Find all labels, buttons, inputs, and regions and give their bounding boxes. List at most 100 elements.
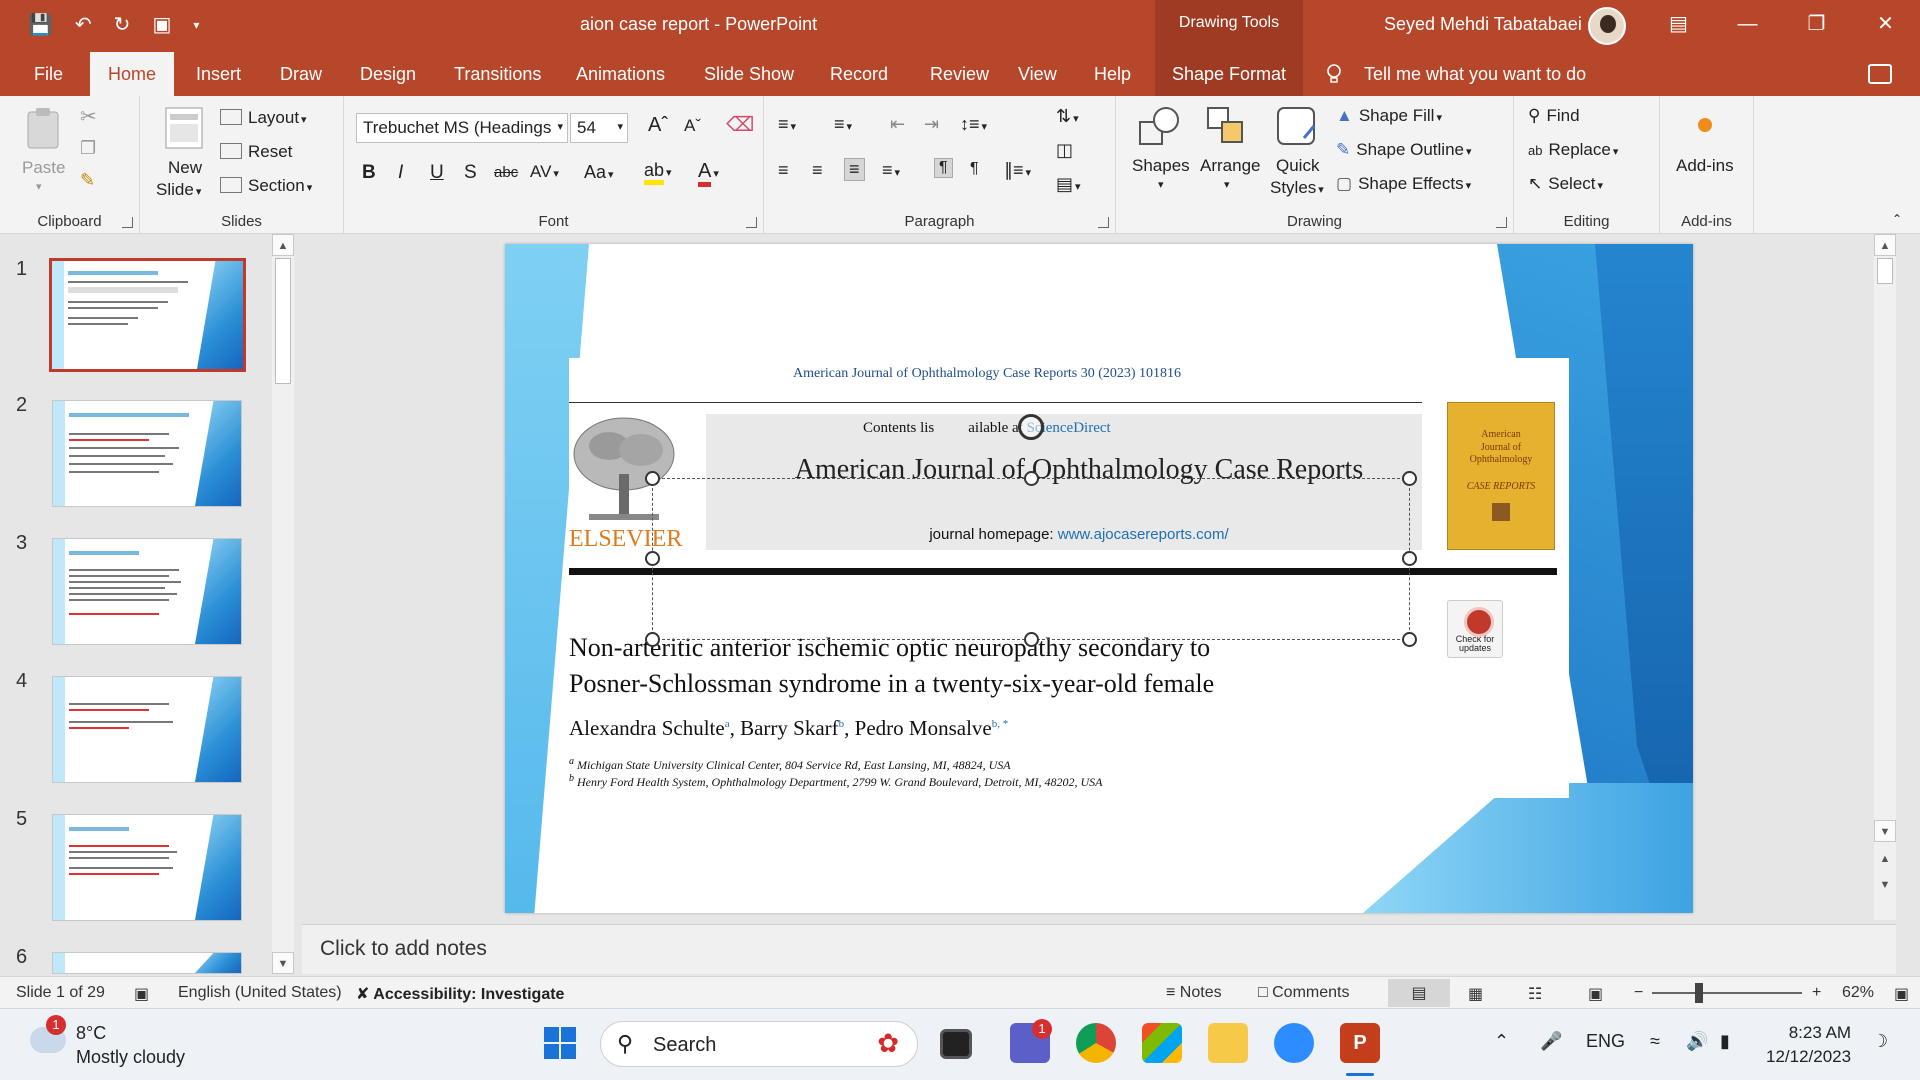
present-icon[interactable]: ▣: [152, 12, 171, 37]
chevron-down-icon[interactable]: ▾: [1158, 178, 1164, 191]
italic-icon[interactable]: I: [398, 162, 403, 184]
scroll-up-icon[interactable]: ▲: [272, 234, 294, 256]
bullets-icon[interactable]: ≡ ▾: [778, 114, 796, 135]
reading-view-button[interactable]: ☷: [1528, 984, 1542, 1004]
clipboard-launcher-icon[interactable]: [122, 217, 133, 228]
strikethrough-icon[interactable]: abc: [494, 164, 518, 181]
scrollbar-thumb[interactable]: [275, 258, 291, 384]
resize-handle-bottom-right[interactable]: [1402, 632, 1417, 647]
zoom-slider-knob[interactable]: [1695, 983, 1703, 1003]
powerpoint-taskbar-icon[interactable]: P: [1340, 1023, 1380, 1063]
paragraph-launcher-icon[interactable]: [1098, 217, 1109, 228]
select-button[interactable]: ↖ Select ▾: [1528, 174, 1603, 194]
character-spacing-icon[interactable]: AV ▾: [530, 162, 559, 182]
resize-handle-bottom[interactable]: [1024, 632, 1039, 647]
volume-icon[interactable]: 🔊: [1686, 1031, 1708, 1052]
highlight-icon[interactable]: ab ▾: [644, 160, 672, 185]
paste-icon[interactable]: [24, 106, 64, 152]
slide-thumbnail-2[interactable]: [52, 400, 242, 507]
user-name[interactable]: Seyed Mehdi Tabatabaei: [1384, 14, 1582, 35]
close-button[interactable]: ✕: [1851, 0, 1920, 52]
rotate-handle[interactable]: [1018, 414, 1044, 440]
scrollbar-thumb[interactable]: [1877, 258, 1893, 284]
resize-handle-right[interactable]: [1402, 551, 1417, 566]
wifi-icon[interactable]: ≈: [1650, 1031, 1660, 1052]
slide-thumbnail-4[interactable]: [52, 676, 242, 783]
chevron-down-icon[interactable]: ▾: [1224, 178, 1230, 191]
shape-outline-button[interactable]: ✎ Shape Outline ▾: [1336, 140, 1472, 160]
quick-label[interactable]: Quick: [1276, 156, 1319, 176]
underline-icon[interactable]: U: [430, 162, 444, 184]
notes-placeholder[interactable]: Click to add notes: [320, 937, 487, 961]
resize-handle-top-left[interactable]: [645, 471, 660, 486]
slide-sorter-button[interactable]: ▦: [1468, 984, 1483, 1004]
new-slide-icon[interactable]: [164, 104, 204, 152]
zoom-app-icon[interactable]: [1274, 1023, 1314, 1063]
avatar[interactable]: [1588, 7, 1626, 45]
minimize-button[interactable]: —: [1713, 0, 1782, 52]
chrome-icon[interactable]: [1076, 1023, 1116, 1063]
cut-icon[interactable]: ✂: [80, 104, 97, 129]
weather-temperature[interactable]: 8°C: [76, 1023, 106, 1044]
tab-help[interactable]: Help: [1090, 52, 1135, 96]
comments-icon[interactable]: [1868, 64, 1892, 84]
normal-view-button[interactable]: ▤: [1388, 979, 1450, 1007]
spellcheck-icon[interactable]: ▣: [134, 984, 149, 1004]
redo-icon[interactable]: ↻: [114, 12, 131, 37]
tab-animations[interactable]: Animations: [572, 52, 669, 96]
new-slide-label[interactable]: New: [168, 158, 202, 178]
convert-smartart-icon[interactable]: ▤ ▾: [1056, 174, 1081, 195]
font-size-combo[interactable]: 54 ▾: [570, 113, 628, 143]
text-direction-icon[interactable]: ⇅ ▾: [1056, 106, 1079, 127]
clear-formatting-icon[interactable]: ⌫: [726, 112, 754, 137]
font-launcher-icon[interactable]: [746, 217, 757, 228]
shapes-icon[interactable]: [1136, 104, 1182, 148]
shape-effects-button[interactable]: ▢ Shape Effects ▾: [1336, 174, 1471, 194]
tab-transitions[interactable]: Transitions: [450, 52, 545, 96]
align-right-icon[interactable]: ≡: [844, 158, 865, 181]
paste-dropdown-icon[interactable]: ▾: [36, 180, 42, 193]
quick-styles-icon[interactable]: [1274, 104, 1318, 148]
tab-design[interactable]: Design: [356, 52, 420, 96]
scroll-down-icon[interactable]: ▼: [1874, 820, 1896, 842]
tab-review[interactable]: Review: [926, 52, 993, 96]
customize-qat-icon[interactable]: ▾: [193, 12, 199, 37]
zoom-in-icon[interactable]: +: [1812, 984, 1821, 1002]
line-spacing-icon[interactable]: ↕≡ ▾: [960, 114, 987, 135]
task-view-icon[interactable]: [940, 1029, 972, 1059]
arrange-label[interactable]: Arrange: [1200, 156, 1260, 176]
columns-icon[interactable]: ∥≡ ▾: [1004, 160, 1031, 181]
resize-handle-top[interactable]: [1024, 471, 1039, 486]
replace-button[interactable]: ab Replace ▾: [1528, 140, 1618, 160]
slide-thumbnail-6[interactable]: [52, 952, 242, 974]
tab-home[interactable]: Home: [90, 52, 175, 100]
decrease-font-icon[interactable]: Aˇ: [684, 116, 701, 136]
tell-me-search[interactable]: Tell me what you want to do: [1364, 52, 1586, 96]
ribbon-display-icon[interactable]: ▤: [1644, 0, 1713, 52]
new-slide-dropdown[interactable]: Slide ▾: [156, 180, 201, 200]
arrange-icon[interactable]: [1204, 104, 1248, 148]
resize-handle-left[interactable]: [645, 551, 660, 566]
slide-thumbnail-5[interactable]: [52, 814, 242, 921]
show-hidden-icons-icon[interactable]: ⌃: [1494, 1031, 1509, 1052]
reset-button[interactable]: Reset: [220, 142, 292, 162]
increase-font-icon[interactable]: Aˆ: [648, 114, 668, 137]
tab-slide-show[interactable]: Slide Show: [700, 52, 798, 96]
shape-fill-button[interactable]: ▲ Shape Fill ▾: [1336, 106, 1442, 126]
zoom-out-icon[interactable]: −: [1634, 984, 1643, 1002]
store-icon[interactable]: [1142, 1023, 1182, 1063]
copy-icon[interactable]: ❐: [80, 138, 96, 159]
notes-pane[interactable]: Click to add notes: [302, 924, 1896, 974]
language-indicator-taskbar[interactable]: ENG: [1586, 1031, 1625, 1052]
shadow-icon[interactable]: S: [464, 162, 477, 184]
tab-file[interactable]: File: [30, 52, 67, 96]
fit-to-window-icon[interactable]: ▣: [1894, 984, 1909, 1004]
battery-icon[interactable]: ▮: [1720, 1031, 1730, 1052]
file-explorer-icon[interactable]: [1208, 1023, 1248, 1063]
addins-button[interactable]: Add-ins: [1676, 156, 1734, 176]
format-painter-icon[interactable]: ✎: [80, 170, 95, 191]
drawing-launcher-icon[interactable]: [1496, 217, 1507, 228]
ltr-icon[interactable]: ¶: [934, 158, 953, 178]
slideshow-view-button[interactable]: ▣: [1588, 984, 1603, 1004]
align-text-icon[interactable]: ◫: [1056, 140, 1073, 161]
